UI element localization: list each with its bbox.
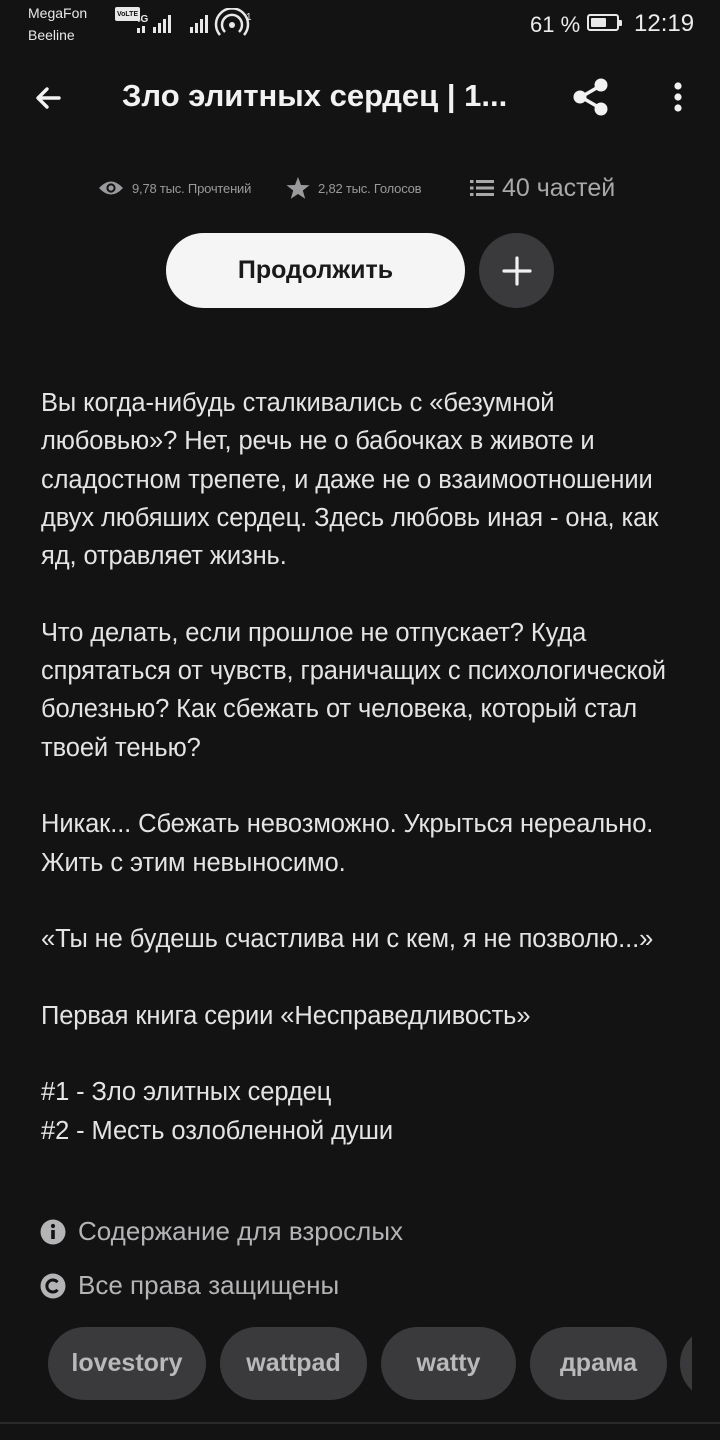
battery-fill <box>591 18 606 27</box>
battery-icon <box>587 14 622 31</box>
description-paragraph: «Ты не будешь счастлива ни с кем, я не п… <box>41 925 654 954</box>
tag-chip[interactable]: драма <box>530 1327 667 1400</box>
network-type-label: 4G <box>135 14 149 25</box>
mature-content-label: Содержание для взрослых <box>40 1216 403 1247</box>
more-vertical-icon <box>674 82 682 112</box>
eye-icon <box>99 181 123 195</box>
reads-stat: 9,78 тыс. Прочтений <box>98 170 251 206</box>
list-icon <box>470 180 494 196</box>
mature-content-text: Содержание для взрослых <box>78 1216 404 1246</box>
tags-row: lovestory wattpad watty драма <box>48 1327 692 1400</box>
info-icon <box>40 1219 66 1244</box>
description-paragraph: Первая книга серии «Несправедливость» <box>41 1001 531 1030</box>
story-description: Вы когда-нибудь сталкивались с «безумной… <box>41 384 681 1150</box>
share-button[interactable] <box>566 72 616 122</box>
hotspot-count: 1 <box>246 12 252 23</box>
reads-count: 9,78 тыс. Прочтений <box>132 180 252 196</box>
clock: 12:19 <box>634 10 695 37</box>
network-signal-icon: 4G 1 <box>135 8 252 36</box>
continue-reading-button[interactable]: Продолжить <box>166 233 465 308</box>
description-paragraph: Никак... Сбежать невозможно. Укрыться не… <box>41 810 654 877</box>
description-paragraph: Что делать, если прошлое не отпускает? К… <box>41 618 666 762</box>
tag-chip[interactable]: lovestory <box>48 1327 206 1400</box>
share-icon <box>573 78 608 116</box>
copyright-icon <box>40 1273 66 1298</box>
votes-count: 2,82 тыс. Голосов <box>318 180 422 196</box>
arrow-left-icon <box>36 87 61 109</box>
story-title: Зло элитных сердец | 1... <box>122 78 508 113</box>
back-button[interactable] <box>24 74 72 122</box>
bottom-divider <box>0 1422 720 1424</box>
tag-chip[interactable]: watty <box>381 1327 516 1400</box>
plus-icon <box>501 255 532 286</box>
carrier-1: MegaFon <box>28 5 88 21</box>
description-paragraph: Вы когда-нибудь сталкивались с «безумной… <box>41 389 659 571</box>
more-options-button[interactable] <box>656 72 700 122</box>
add-to-library-button[interactable] <box>479 233 554 308</box>
parts-count: 40 частей <box>502 173 616 202</box>
star-icon <box>286 177 310 199</box>
tag-chip-partial[interactable] <box>680 1327 692 1400</box>
copyright-text: Все права защищены <box>78 1270 340 1300</box>
description-paragraph: #1 - Зло элитных сердец #2 - Месть озлоб… <box>41 1078 394 1145</box>
status-bar: MegaFon Beeline VoLTE 4G 1 61 % 12:19 <box>0 0 720 52</box>
votes-stat: 2,82 тыс. Голосов <box>286 170 422 206</box>
battery-percent: 61 % <box>530 12 581 37</box>
app-bar: Зло элитных сердец | 1... <box>0 60 720 136</box>
story-details-screen: MegaFon Beeline VoLTE 4G 1 61 % 12:19 Зл… <box>0 0 720 1440</box>
parts-stat: 40 частей <box>470 170 615 206</box>
copyright-label: Все права защищены <box>40 1270 339 1301</box>
carrier-2: Beeline <box>28 27 75 43</box>
story-stats: 9,78 тыс. Прочтений 2,82 тыс. Голосов 40… <box>98 170 658 206</box>
tag-chip[interactable]: wattpad <box>220 1327 367 1400</box>
